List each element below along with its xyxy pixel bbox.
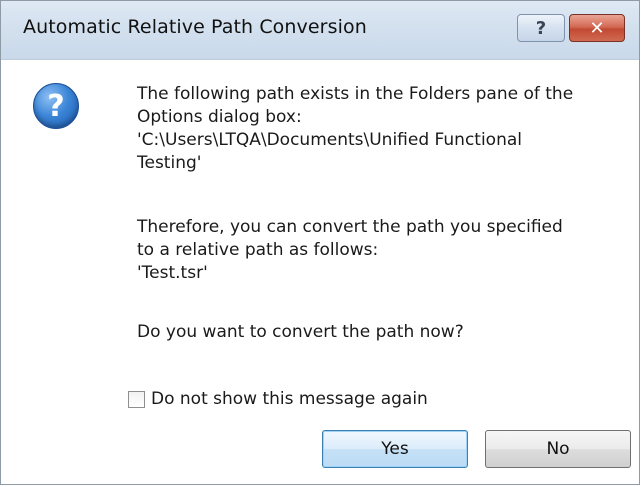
question-icon: ? [33, 83, 79, 129]
close-button[interactable]: ✕ [569, 14, 625, 42]
message-paragraph-relative: Therefore, you can convert the path you … [137, 217, 563, 283]
no-button[interactable]: No [485, 430, 631, 468]
yes-button-label: Yes [381, 439, 409, 459]
window-title: Automatic Relative Path Conversion [23, 16, 367, 38]
close-icon: ✕ [589, 17, 605, 39]
dont-show-again-label[interactable]: Do not show this message again [151, 389, 428, 409]
yes-button[interactable]: Yes [322, 430, 468, 468]
help-icon: ? [535, 17, 547, 39]
message-paragraph-path: The following path exists in the Folders… [137, 84, 574, 173]
dialog-window: Automatic Relative Path Conversion ? ✕ ?… [0, 0, 640, 485]
question-icon-glyph: ? [47, 88, 65, 124]
title-bar[interactable]: Automatic Relative Path Conversion ? ✕ [1, 1, 639, 60]
message-question: Do you want to convert the path now? [137, 322, 464, 342]
dont-show-again-option[interactable]: Do not show this message again [128, 389, 428, 409]
no-button-label: No [546, 439, 570, 459]
dont-show-again-checkbox[interactable] [128, 390, 145, 408]
dialog-content: ? The following path exists in the Folde… [1, 60, 639, 484]
help-button[interactable]: ? [517, 14, 565, 42]
